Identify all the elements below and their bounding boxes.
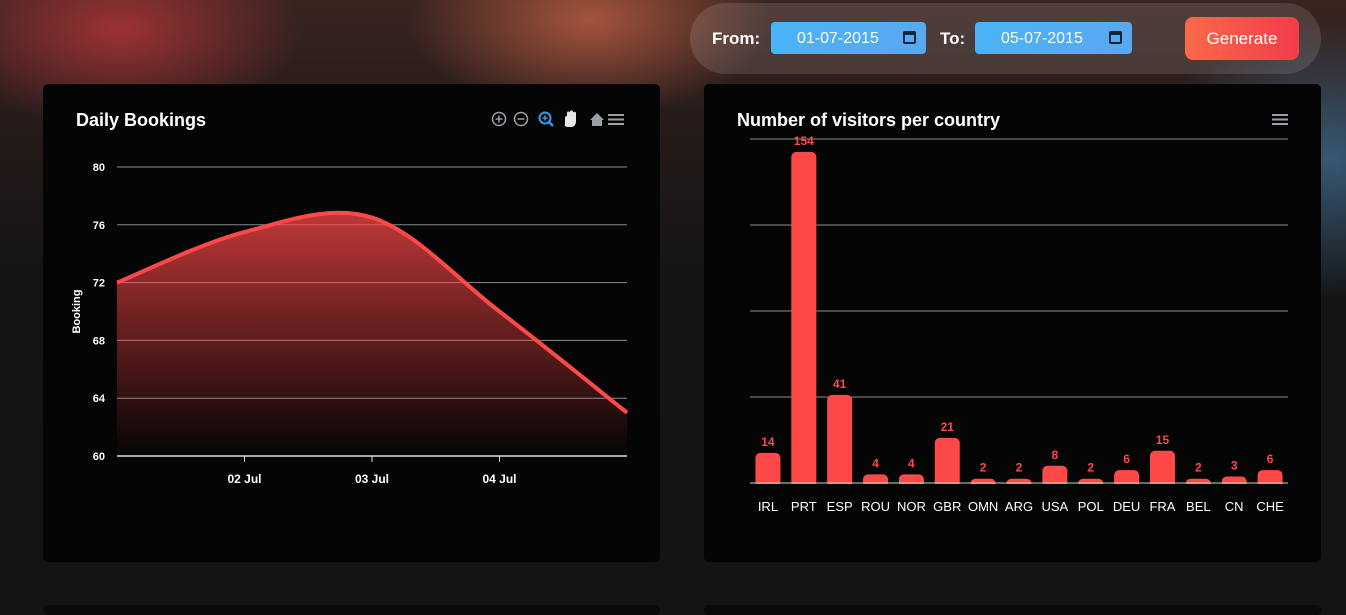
bar xyxy=(827,394,853,488)
data-label: 4 xyxy=(872,456,879,470)
y-tick-label: 68 xyxy=(93,335,105,347)
data-label: 15 xyxy=(1156,433,1170,447)
data-label: 2 xyxy=(1087,461,1094,475)
baseline-mask xyxy=(750,484,1288,490)
x-tick-label: BEL xyxy=(1186,499,1211,514)
x-tick-label: POL xyxy=(1078,499,1104,514)
data-label: 3 xyxy=(1231,459,1238,473)
from-date-value: 01-07-2015 xyxy=(797,30,879,47)
data-label: 14 xyxy=(761,435,775,449)
bar xyxy=(934,437,960,488)
daily-bookings-panel: Daily Bookings 606468727680Booking xyxy=(43,84,660,562)
data-label: 6 xyxy=(1123,452,1130,466)
y-axis-label: Booking xyxy=(71,290,83,334)
calendar-icon[interactable] xyxy=(1109,31,1122,44)
x-tick-label: ARG xyxy=(1005,499,1033,514)
calendar-icon[interactable] xyxy=(903,31,916,44)
data-label: 2 xyxy=(980,461,987,475)
x-tick-label: IRL xyxy=(758,499,778,514)
x-tick-label: GBR xyxy=(933,499,961,514)
x-tick-label: DEU xyxy=(1113,499,1140,514)
y-tick-label: 76 xyxy=(93,220,105,232)
next-panel xyxy=(704,605,1321,615)
x-tick-label: FRA xyxy=(1149,499,1175,514)
data-label: 41 xyxy=(833,377,847,391)
x-tick-label: ROU xyxy=(861,499,890,514)
to-label: To: xyxy=(940,29,966,48)
x-tick-label: NOR xyxy=(897,499,926,514)
from-label: From: xyxy=(712,29,761,48)
data-label: 8 xyxy=(1052,448,1059,462)
x-tick-label: CHE xyxy=(1256,499,1284,514)
x-tick-label: CN xyxy=(1225,499,1244,514)
x-tick-label: USA xyxy=(1041,499,1068,514)
x-tick-label: 04 Jul xyxy=(482,472,516,486)
to-date-value: 05-07-2015 xyxy=(1001,30,1083,47)
x-tick-label: 02 Jul xyxy=(227,472,261,486)
daily-bookings-chart: 60 64 68 72 76 80 Booking 02 Jul 03 Jul 04 Jul xyxy=(71,162,629,486)
x-tick-label: PRT xyxy=(791,499,817,514)
bar xyxy=(1149,450,1175,488)
data-label: 4 xyxy=(908,456,915,470)
data-label: 154 xyxy=(794,134,814,148)
generate-button[interactable]: Generate xyxy=(1185,17,1299,60)
visitors-chart: 14 IRL 154 PRT 41 ESP 4 ROU 4 NOR 21 GBR 2 OMN 2 ARG 8 US… xyxy=(750,134,1288,514)
y-tick-label: 64 xyxy=(93,393,106,405)
data-label: 2 xyxy=(1016,461,1023,475)
y-tick-label: 72 xyxy=(93,278,105,290)
bar xyxy=(791,151,817,488)
visitors-panel: Number of visitors per country 14 IRL 154 P… xyxy=(704,84,1321,562)
x-tick-label: ESP xyxy=(827,499,853,514)
from-date-input[interactable]: 01-07-2015 xyxy=(771,22,926,54)
y-tick-label: 60 xyxy=(93,451,105,463)
x-tick-label: 03 Jul xyxy=(355,472,389,486)
x-tick-label: OMN xyxy=(968,499,998,514)
next-panel xyxy=(43,605,660,615)
data-label: 6 xyxy=(1267,452,1274,466)
data-label: 2 xyxy=(1195,461,1202,475)
y-tick-label: 80 xyxy=(93,162,105,174)
to-date-input[interactable]: 05-07-2015 xyxy=(975,22,1132,54)
data-label: 21 xyxy=(941,420,955,434)
